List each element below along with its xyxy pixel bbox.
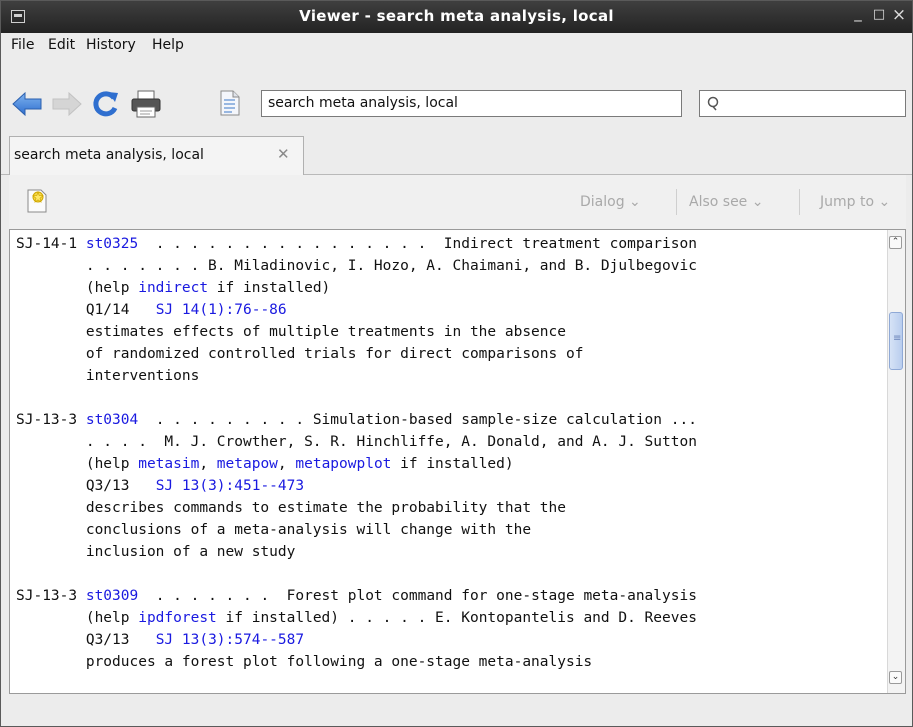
result-line: produces a forest plot following a one-s… <box>16 651 592 673</box>
result-link[interactable]: st0304 <box>86 412 138 428</box>
result-line: Q3/13 SJ 13(3):574--587 <box>16 629 304 651</box>
result-line: interventions <box>16 365 200 387</box>
tab-label: search meta analysis, local <box>14 147 204 163</box>
menu-bar: File Edit History Help <box>1 33 912 59</box>
results-pane: ⌃ ≡ ⌄ SJ-14-1 st0325 . . . . . . . . . .… <box>9 229 906 694</box>
vertical-scrollbar[interactable]: ⌃ ≡ ⌄ <box>887 230 905 693</box>
tab-search-results[interactable]: search meta analysis, local ✕ <box>9 136 304 175</box>
result-line: (help ipdforest if installed) . . . . . … <box>16 607 697 629</box>
menu-help[interactable]: Help <box>152 37 184 53</box>
back-arrow-icon[interactable] <box>11 91 43 117</box>
result-line: inclusion of a new study <box>16 541 296 563</box>
result-header-line: SJ-13-3 st0309 . . . . . . . Forest plot… <box>16 585 697 607</box>
menu-history[interactable]: History <box>86 37 136 53</box>
result-text: if installed) <box>208 280 331 296</box>
result-link[interactable]: st0309 <box>86 588 138 604</box>
result-text: . . . . . . . . . Simulation-based sampl… <box>138 412 697 428</box>
also-see-dropdown[interactable]: Also see ⌄ <box>689 194 763 210</box>
result-text: , <box>277 456 296 472</box>
result-line: . . . . M. J. Crowther, S. R. Hinchliffe… <box>16 431 697 453</box>
scroll-up-icon[interactable]: ⌃ <box>889 236 902 249</box>
result-link[interactable]: indirect <box>138 280 208 296</box>
separator <box>676 189 677 215</box>
result-text: inclusion of a new study <box>16 544 296 560</box>
result-text: SJ-13-3 <box>16 412 86 428</box>
chevron-down-icon: ⌄ <box>878 194 891 210</box>
url-field[interactable]: search meta analysis, local <box>261 90 682 117</box>
result-link[interactable]: metapowplot <box>295 456 391 472</box>
scroll-thumb[interactable]: ≡ <box>889 312 903 370</box>
result-text: (help <box>16 280 139 296</box>
result-text: Q3/13 <box>16 632 156 648</box>
result-line: estimates effects of multiple treatments… <box>16 321 566 343</box>
result-line: Q1/14 SJ 14(1):76--86 <box>16 299 287 321</box>
status-bar <box>1 694 912 726</box>
maximize-button[interactable]: □ <box>870 7 888 22</box>
tab-close-icon[interactable]: ✕ <box>277 145 290 163</box>
result-header-line: SJ-14-1 st0325 . . . . . . . . . . . . .… <box>16 233 697 255</box>
result-line: (help indirect if installed) <box>16 277 330 299</box>
title-bar: Viewer - search meta analysis, local _ □… <box>1 1 912 33</box>
result-link[interactable]: metasim <box>138 456 199 472</box>
result-link[interactable]: ipdforest <box>138 610 217 626</box>
result-text: . . . . . . . . . . . . . . . . Indirect… <box>138 236 697 252</box>
result-line: . . . . . . . B. Miladinovic, I. Hozo, A… <box>16 255 697 277</box>
result-text: interventions <box>16 368 200 384</box>
result-text: describes commands to estimate the proba… <box>16 500 566 516</box>
scroll-down-icon[interactable]: ⌄ <box>889 671 902 684</box>
result-text: if installed) . . . . . E. Kontopantelis… <box>216 610 697 626</box>
result-text: if installed) <box>391 456 514 472</box>
result-text: SJ-13-3 <box>16 588 86 604</box>
separator <box>799 189 800 215</box>
result-link[interactable]: st0325 <box>86 236 138 252</box>
search-field[interactable] <box>699 90 906 117</box>
viewer-window: Viewer - search meta analysis, local _ □… <box>0 0 913 727</box>
result-text: SJ-14-1 <box>16 236 86 252</box>
result-text: (help <box>16 456 139 472</box>
print-icon[interactable] <box>130 89 162 119</box>
chevron-down-icon: ⌄ <box>751 194 764 210</box>
result-link[interactable]: SJ 13(3):451--473 <box>156 478 304 494</box>
search-icon <box>707 96 719 111</box>
result-text: estimates effects of multiple treatments… <box>16 324 566 340</box>
result-line: conclusions of a meta-analysis will chan… <box>16 519 531 541</box>
chevron-down-icon: ⌄ <box>629 194 641 210</box>
result-line: (help metasim, metapow, metapowplot if i… <box>16 453 514 475</box>
menu-edit[interactable]: Edit <box>48 37 75 53</box>
result-text: . . . . . . . B. Miladinovic, I. Hozo, A… <box>16 258 697 274</box>
result-text: . . . . M. J. Crowther, S. R. Hinchliffe… <box>16 434 697 450</box>
result-text: . . . . . . . Forest plot command for on… <box>138 588 697 604</box>
window-title: Viewer - search meta analysis, local <box>299 7 614 25</box>
minimize-button[interactable]: _ <box>849 4 867 22</box>
result-link[interactable]: metapow <box>217 456 278 472</box>
result-line: of randomized controlled trials for dire… <box>16 343 584 365</box>
result-text: Q1/14 <box>16 302 156 318</box>
result-text: of randomized controlled trials for dire… <box>16 346 584 362</box>
new-viewer-icon[interactable] <box>26 188 48 214</box>
close-button[interactable]: × <box>890 5 908 25</box>
result-text: produces a forest plot following a one-s… <box>16 654 593 670</box>
result-link[interactable]: SJ 13(3):574--587 <box>156 632 304 648</box>
result-line: describes commands to estimate the proba… <box>16 497 566 519</box>
find-in-page-icon[interactable] <box>219 89 241 117</box>
result-text: (help <box>16 610 139 626</box>
sub-toolbar: Dialog ⌄ Also see ⌄ Jump to ⌄ <box>9 175 906 229</box>
result-text: conclusions of a meta-analysis will chan… <box>16 522 532 538</box>
result-line: Q3/13 SJ 13(3):451--473 <box>16 475 304 497</box>
result-text: Q3/13 <box>16 478 156 494</box>
dialog-dropdown[interactable]: Dialog ⌄ <box>580 194 641 210</box>
jump-to-dropdown[interactable]: Jump to ⌄ <box>820 194 890 210</box>
result-text: , <box>199 456 217 472</box>
menu-file[interactable]: File <box>11 37 34 53</box>
refresh-icon[interactable] <box>89 88 121 120</box>
forward-arrow-icon[interactable] <box>51 91 83 117</box>
result-header-line: SJ-13-3 st0304 . . . . . . . . . Simulat… <box>16 409 697 431</box>
result-link[interactable]: SJ 14(1):76--86 <box>156 302 287 318</box>
